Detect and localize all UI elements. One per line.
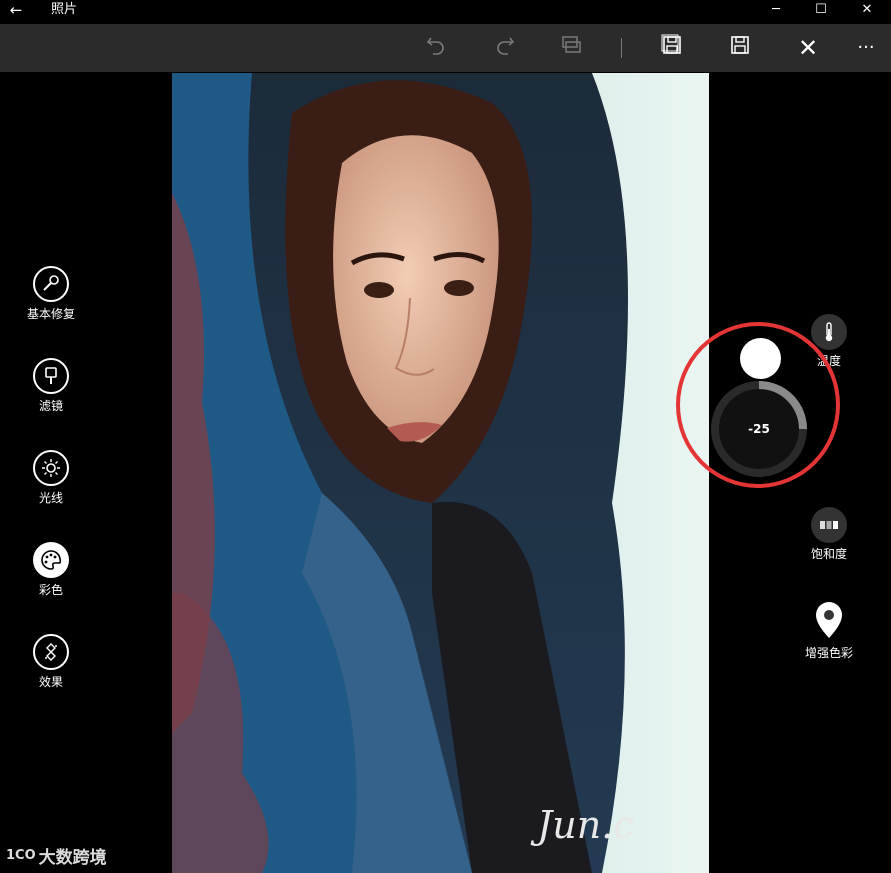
edit-toolbar: ✕ ··· xyxy=(0,24,891,72)
palette-icon xyxy=(33,542,69,578)
tool-color[interactable]: 彩色 xyxy=(6,542,96,597)
tool-filters[interactable]: 滤镜 xyxy=(6,358,96,413)
save-copy-button[interactable] xyxy=(658,34,686,62)
tool-basic-fix[interactable]: 基本修复 xyxy=(6,266,96,321)
minimize-button[interactable]: ─ xyxy=(754,0,798,20)
tool-label: 增强色彩 xyxy=(804,646,853,660)
tool-saturation[interactable]: 饱和度 xyxy=(789,507,869,561)
brush-icon xyxy=(33,358,69,394)
close-editor-button[interactable]: ✕ xyxy=(794,34,822,62)
wrench-icon xyxy=(33,266,69,302)
photo-canvas[interactable]: Jun.c xyxy=(172,73,709,873)
back-button[interactable]: ← xyxy=(6,0,26,20)
tool-enhance-color[interactable]: 增强色彩 xyxy=(789,600,869,660)
saturation-icon xyxy=(811,507,847,543)
tool-label: 基本修复 xyxy=(26,307,75,321)
thermometer-icon xyxy=(811,314,847,350)
tool-label: 效果 xyxy=(38,675,63,689)
toolbar-separator xyxy=(621,38,622,58)
redo-button[interactable] xyxy=(491,34,519,62)
sun-icon xyxy=(33,450,69,486)
redo-icon xyxy=(497,37,515,55)
compare-button[interactable] xyxy=(557,34,585,62)
maximize-button[interactable]: ☐ xyxy=(799,0,843,20)
undo-icon xyxy=(426,37,444,55)
tool-label: 彩色 xyxy=(38,583,63,597)
tool-light[interactable]: 光线 xyxy=(6,450,96,505)
watermark-text: 大数跨境 xyxy=(38,848,107,868)
save-icon xyxy=(731,36,749,54)
annotation-circle xyxy=(676,322,840,488)
app-title: 照片 xyxy=(51,2,78,17)
close-window-button[interactable]: ✕ xyxy=(845,0,889,20)
save-copy-icon xyxy=(661,34,681,54)
watermark: 1CO 大数跨境 xyxy=(6,843,107,868)
compare-icon xyxy=(562,36,581,53)
signature-text: Jun.c xyxy=(537,803,635,847)
effects-icon xyxy=(33,634,69,670)
tool-label: 光线 xyxy=(38,491,63,505)
map-pin-icon xyxy=(811,600,847,642)
tool-effects[interactable]: 效果 xyxy=(6,634,96,689)
tool-label: 饱和度 xyxy=(810,547,847,561)
more-options-button[interactable]: ··· xyxy=(852,34,880,62)
save-button[interactable] xyxy=(726,34,754,62)
undo-button[interactable] xyxy=(422,34,450,62)
title-bar: ← 照片 ─ ☐ ✕ xyxy=(0,0,891,22)
watermark-logo: 1CO xyxy=(6,848,36,863)
portrait-photo xyxy=(172,73,709,873)
tool-label: 滤镜 xyxy=(38,399,63,413)
